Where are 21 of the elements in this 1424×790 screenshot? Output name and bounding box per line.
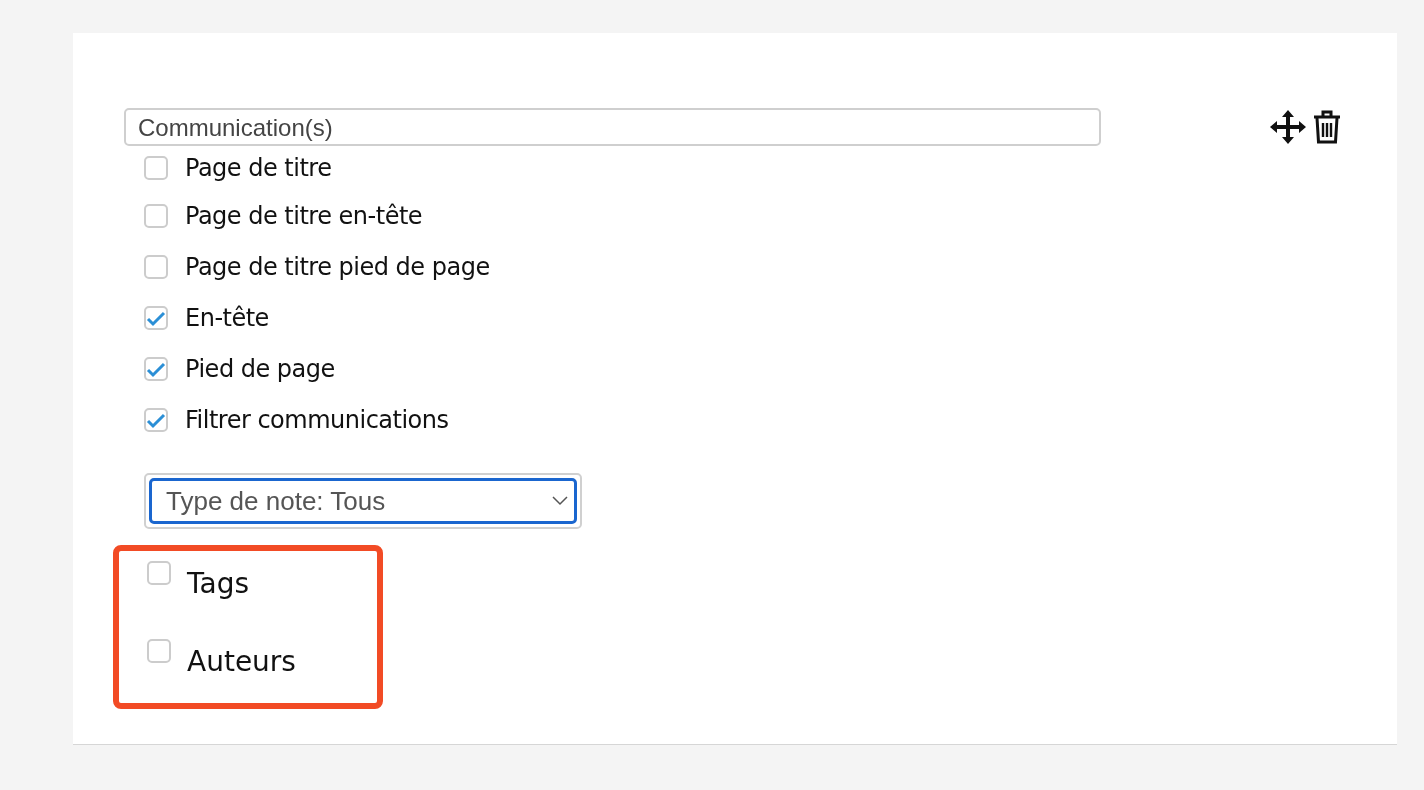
checkbox-label: Pied de page bbox=[185, 354, 335, 383]
chevron-down-icon bbox=[552, 496, 568, 506]
checkbox[interactable] bbox=[144, 203, 168, 228]
checkbox-label: Filtrer communications bbox=[185, 405, 449, 434]
note-type-select[interactable]: Type de note: Tous bbox=[149, 478, 577, 524]
checkbox-label: Auteurs bbox=[187, 645, 296, 678]
checkbox[interactable] bbox=[144, 254, 168, 279]
trash-icon[interactable] bbox=[1312, 110, 1342, 144]
move-icon[interactable] bbox=[1270, 110, 1306, 144]
checkbox[interactable] bbox=[144, 156, 168, 180]
checkbox-label: Page de titre bbox=[185, 154, 332, 182]
checkbox[interactable] bbox=[144, 407, 168, 432]
checkbox-label: Page de titre en-tête bbox=[185, 201, 423, 230]
checkbox[interactable] bbox=[147, 561, 171, 585]
checkbox-label: Tags bbox=[187, 567, 249, 600]
checkbox[interactable] bbox=[144, 305, 168, 330]
title-field[interactable]: Communication(s) bbox=[124, 108, 1101, 146]
checkbox[interactable] bbox=[147, 639, 171, 663]
checkbox-label: Page de titre pied de page bbox=[185, 252, 490, 281]
checkbox[interactable] bbox=[144, 356, 168, 381]
checkbox-label: En-tête bbox=[185, 303, 269, 332]
